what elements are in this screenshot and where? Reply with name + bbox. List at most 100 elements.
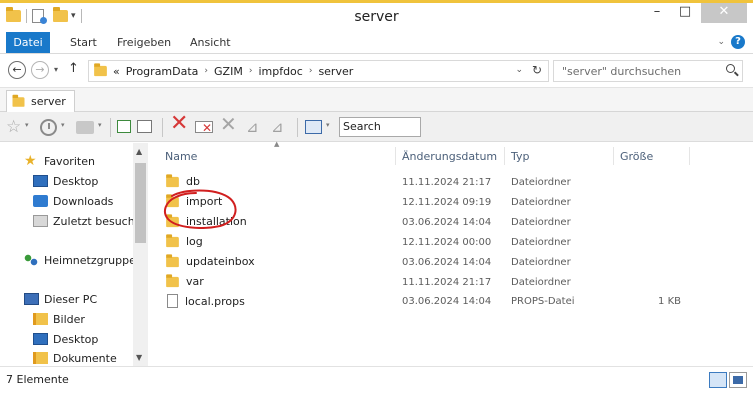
recent-locations-icon[interactable]: ▾ — [54, 65, 58, 74]
nav-item-pictures[interactable]: Bilder — [33, 310, 85, 328]
help-icon[interactable]: ? — [731, 35, 745, 49]
folder-icon — [166, 213, 179, 227]
recent-places-icon — [33, 215, 48, 227]
folder-icon — [12, 94, 25, 107]
dropdown-icon[interactable]: ▾ — [25, 121, 29, 129]
scroll-up-icon[interactable]: ▲ — [136, 147, 142, 156]
column-header-type[interactable]: Typ — [511, 150, 530, 163]
up-arrow-icon[interactable]: ↑ — [68, 61, 79, 76]
scroll-thumb[interactable] — [135, 163, 146, 243]
nav-item-favorites[interactable]: ★ Favoriten — [24, 152, 95, 170]
nav-item-pc-desktop[interactable]: Desktop — [33, 330, 98, 348]
divider — [110, 118, 111, 137]
breadcrumb-gzim[interactable]: GZIM — [214, 65, 243, 78]
column-header-date[interactable]: Änderungsdatum — [402, 150, 497, 163]
dropdown-icon[interactable]: ▾ — [98, 121, 102, 129]
file-type: Dateiordner — [511, 197, 571, 208]
tab-server[interactable]: server — [6, 90, 75, 112]
tab-datei[interactable]: Datei — [6, 32, 50, 53]
file-date: 03.06.2024 14:04 — [402, 257, 492, 268]
file-type: PROPS-Datei — [511, 296, 575, 307]
nav-scrollbar[interactable]: ▲ ▼ — [133, 143, 148, 366]
new-window-icon[interactable] — [117, 120, 131, 133]
large-icons-view-icon[interactable] — [729, 372, 747, 388]
folder-tab-bar: server — [0, 87, 753, 112]
table-row[interactable]: import 12.11.2024 09:19 Dateiordner — [149, 192, 753, 212]
breadcrumb-server[interactable]: server — [318, 65, 353, 78]
forward-button[interactable]: → — [31, 61, 49, 79]
file-list: Name ▲ Änderungsdatum Typ Größe db 11.11… — [149, 140, 753, 366]
column-header-size[interactable]: Größe — [620, 150, 653, 163]
table-row[interactable]: local.props 03.06.2024 14:04 PROPS-Datei… — [149, 291, 753, 311]
copy-icon[interactable] — [137, 120, 152, 133]
refresh-icon[interactable]: ↻ — [532, 63, 542, 77]
table-row[interactable]: installation 03.06.2024 14:04 Dateiordne… — [149, 212, 753, 232]
tab-ansicht[interactable]: Ansicht — [190, 32, 231, 53]
file-type: Dateiordner — [511, 277, 571, 288]
divider[interactable] — [395, 147, 396, 165]
search-icon[interactable] — [726, 64, 735, 73]
chevron-right-icon[interactable]: › — [249, 66, 253, 76]
dropdown-icon[interactable]: ▾ — [326, 121, 330, 129]
expand-ribbon-icon[interactable]: ⌄ — [717, 37, 725, 47]
nav-item-downloads[interactable]: Downloads — [33, 192, 113, 210]
table-row[interactable]: db 11.11.2024 21:17 Dateiordner — [149, 172, 753, 192]
folder-options-icon[interactable] — [76, 121, 94, 134]
folder-icon — [94, 63, 107, 77]
divider — [297, 118, 298, 137]
cut-icon[interactable]: ✕ — [220, 114, 237, 134]
back-button[interactable]: ← — [8, 61, 26, 79]
nav-item-homegroup[interactable]: Heimnetzgruppe — [24, 251, 136, 269]
maximize-button[interactable]: □ — [671, 3, 699, 23]
tab-start[interactable]: Start — [70, 32, 97, 53]
homegroup-icon — [24, 254, 39, 266]
nav-item-recent[interactable]: Zuletzt besucht — [33, 212, 139, 230]
file-type: Dateiordner — [511, 257, 571, 268]
nav-label: Dieser PC — [44, 292, 98, 306]
search-input[interactable] — [554, 61, 714, 81]
breadcrumb-programdata[interactable]: ProgramData — [126, 65, 199, 78]
file-type: Dateiordner — [511, 217, 571, 228]
ribbon-tabs: Datei Start Freigeben Ansicht ⌄ ? — [0, 32, 753, 54]
chevron-right-icon[interactable]: › — [204, 66, 208, 76]
history-clock-icon[interactable] — [40, 119, 57, 136]
details-view-icon[interactable] — [709, 372, 727, 388]
view-mode-icon[interactable] — [305, 120, 322, 134]
tab-freigeben[interactable]: Freigeben — [117, 32, 171, 53]
scroll-down-icon[interactable]: ▼ — [136, 353, 142, 362]
minimize-button[interactable]: – — [643, 3, 671, 23]
folder-icon — [166, 273, 179, 287]
column-header-name[interactable]: Name — [165, 150, 197, 163]
folder-icon — [166, 193, 179, 207]
toolbar-search-field[interactable]: Search — [339, 117, 421, 137]
divider[interactable] — [504, 147, 505, 165]
table-row[interactable]: updateinbox 03.06.2024 14:04 Dateiordner — [149, 252, 753, 272]
downloads-icon — [33, 195, 48, 207]
delete-permanently-icon[interactable] — [195, 118, 213, 138]
file-size: 1 KB — [658, 296, 681, 307]
address-bar[interactable]: « ProgramData › GZIM › impfdoc › server … — [88, 60, 549, 82]
breadcrumb-overflow[interactable]: « — [113, 65, 120, 78]
undo-icon[interactable]: ⊿ — [246, 117, 259, 137]
toolbar: ☆ ▾ ▾ ▾ ✕ ✕ ⊿ ⊿ ▾ Search — [0, 112, 753, 142]
table-row[interactable]: log 12.11.2024 00:00 Dateiordner — [149, 232, 753, 252]
nav-item-desktop[interactable]: Desktop — [33, 172, 98, 190]
divider[interactable] — [689, 147, 690, 165]
redo-icon[interactable]: ⊿ — [271, 117, 284, 137]
file-date: 12.11.2024 00:00 — [402, 237, 492, 248]
sort-ascending-icon: ▲ — [274, 140, 280, 148]
favorites-star-icon[interactable]: ☆ — [6, 117, 21, 137]
nav-item-this-pc[interactable]: Dieser PC — [24, 290, 97, 308]
chevron-right-icon[interactable]: › — [309, 66, 313, 76]
dropdown-icon[interactable]: ▾ — [61, 121, 65, 129]
nav-item-documents[interactable]: Dokumente — [33, 349, 117, 367]
chevron-down-icon[interactable]: ⌄ — [515, 65, 523, 75]
file-type: Dateiordner — [511, 237, 571, 248]
delete-icon[interactable]: ✕ — [170, 113, 188, 135]
divider[interactable] — [613, 147, 614, 165]
breadcrumb-impfdoc[interactable]: impfdoc — [258, 65, 302, 78]
close-button[interactable]: ✕ — [701, 3, 747, 23]
file-date: 03.06.2024 14:04 — [402, 296, 492, 307]
title-bar: ▾ server – □ ✕ — [0, 0, 753, 32]
table-row[interactable]: var 11.11.2024 21:17 Dateiordner — [149, 272, 753, 292]
